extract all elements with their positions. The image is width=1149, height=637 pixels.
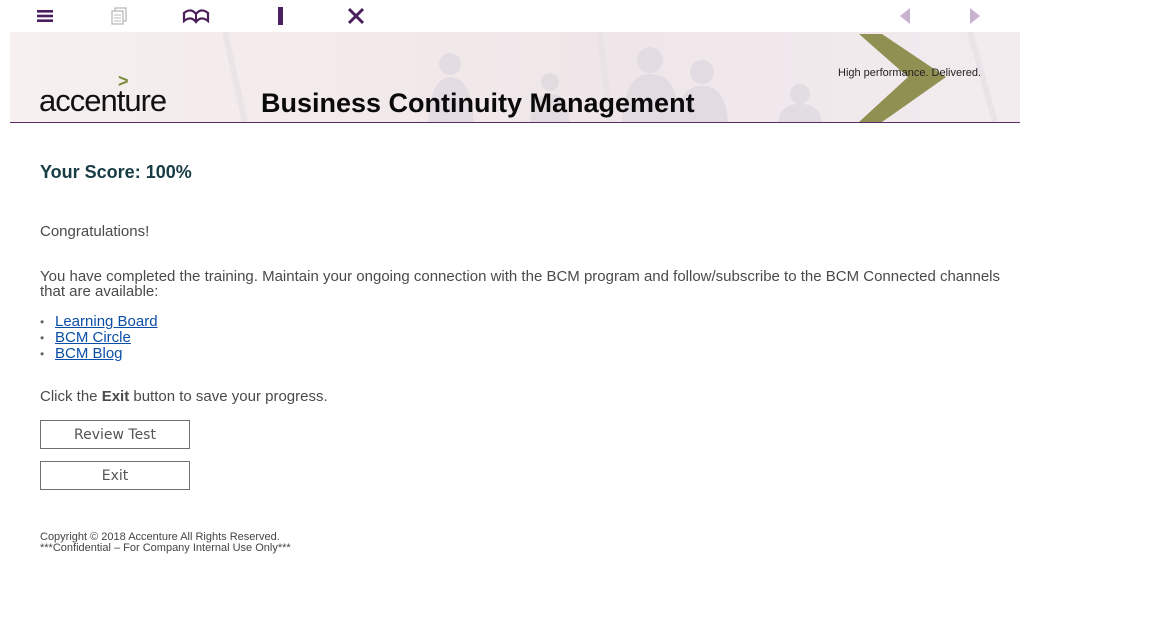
tagline: High performance. Delivered.	[838, 67, 982, 79]
menu-icon[interactable]	[34, 3, 56, 29]
footer: Copyright © 2018 Accenture All Rights Re…	[40, 532, 291, 554]
bullet-icon: •	[40, 331, 45, 345]
channel-links: • Learning Board • BCM Circle • BCM Blog	[40, 314, 158, 362]
review-test-button[interactable]: Review Test	[40, 420, 190, 449]
notes-icon[interactable]	[108, 3, 130, 29]
congratulations-text: Congratulations!	[40, 223, 150, 240]
exit-instruction: Click the Exit button to save your progr…	[40, 389, 328, 404]
bcm-blog-link[interactable]: BCM Blog	[55, 345, 123, 362]
exit-instruction-suffix: button to save your progress.	[129, 388, 328, 405]
close-icon[interactable]	[344, 3, 368, 29]
completion-message: You have completed the training. Maintai…	[40, 268, 1001, 300]
next-icon[interactable]	[964, 3, 986, 29]
list-item: • BCM Circle	[40, 330, 158, 346]
list-item: • BCM Blog	[40, 346, 158, 362]
learning-board-link[interactable]: Learning Board	[55, 313, 158, 330]
toolbar	[0, 0, 1020, 32]
score-heading: Your Score: 100%	[40, 162, 192, 182]
glossary-book-icon[interactable]	[181, 3, 211, 29]
exit-instruction-prefix: Click the	[40, 388, 102, 405]
previous-icon[interactable]	[894, 3, 916, 29]
exit-instruction-bold: Exit	[101, 388, 130, 405]
confidential-text: ***Confidential – For Company Internal U…	[40, 542, 291, 554]
bullet-icon: •	[40, 315, 45, 329]
bookmark-icon[interactable]	[274, 3, 288, 29]
bcm-circle-link[interactable]: BCM Circle	[55, 329, 131, 346]
list-item: • Learning Board	[40, 314, 158, 330]
bullet-icon: •	[40, 347, 45, 361]
accenture-logo: accenture	[39, 83, 167, 118]
header-banner: > accenture Business Continuity Manageme…	[10, 32, 1020, 123]
exit-button[interactable]: Exit	[40, 461, 190, 490]
course-title: Business Continuity Management	[261, 88, 695, 118]
